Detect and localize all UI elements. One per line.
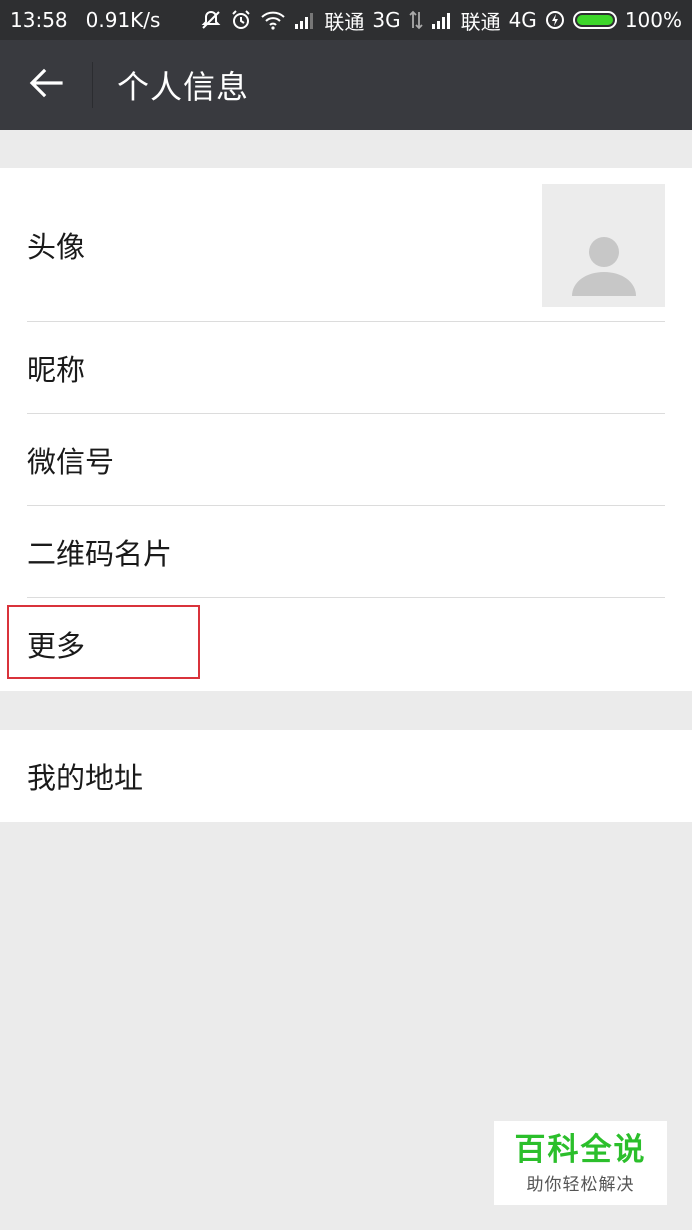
battery-level: 100% [624,8,682,32]
alarm-icon [230,9,252,31]
page-title: 个人信息 [117,68,250,106]
battery-icon [572,11,617,29]
address-list: 我的地址 [0,730,692,822]
list-item-more[interactable]: 更多 [0,598,692,690]
signal-icon [431,11,453,29]
watermark-logo: 百科全说 助你轻松解决 [494,1121,667,1205]
carrier-1: 联通 [324,9,365,34]
charging-icon [545,10,565,30]
carrier-2: 联通 [460,9,501,34]
list-item-label: 头像 [27,230,86,264]
network-type-1: 3G [372,8,401,32]
profile-list: 头像 昵称 微信号 二维码名片 更多 [0,168,692,691]
notifications-off-icon [200,9,222,31]
list-item-label: 更多 [27,629,86,663]
title-bar: 个人信息 [0,40,692,130]
arrow-left-icon [29,68,63,102]
list-item-qr-code[interactable]: 二维码名片 [0,506,692,598]
list-item-nickname[interactable]: 昵称 [0,322,692,414]
network-type-2: 4G [508,8,537,32]
list-item-label: 微信号 [27,445,115,479]
person-icon [569,230,639,307]
list-item-avatar[interactable]: 头像 [0,168,692,322]
list-item-label: 我的地址 [27,761,144,795]
status-time: 13:58 [10,8,68,32]
list-item-my-address[interactable]: 我的地址 [0,730,692,822]
back-button[interactable] [0,40,92,130]
status-bar: 13:58 0.91K/s 联通 3G 联通 4G 100% [0,0,692,40]
avatar[interactable] [542,184,665,307]
title-divider [92,62,93,108]
list-item-label: 二维码名片 [27,537,173,571]
wifi-icon [260,10,286,30]
signal-icon [294,11,316,29]
network-speed: 0.91K/s [85,8,161,32]
data-transfer-icon [408,10,423,30]
list-item-wechat-id[interactable]: 微信号 [0,414,692,506]
list-item-label: 昵称 [27,353,86,387]
watermark-subtitle: 助你轻松解决 [526,1174,635,1195]
watermark-title: 百科全说 [514,1131,647,1168]
